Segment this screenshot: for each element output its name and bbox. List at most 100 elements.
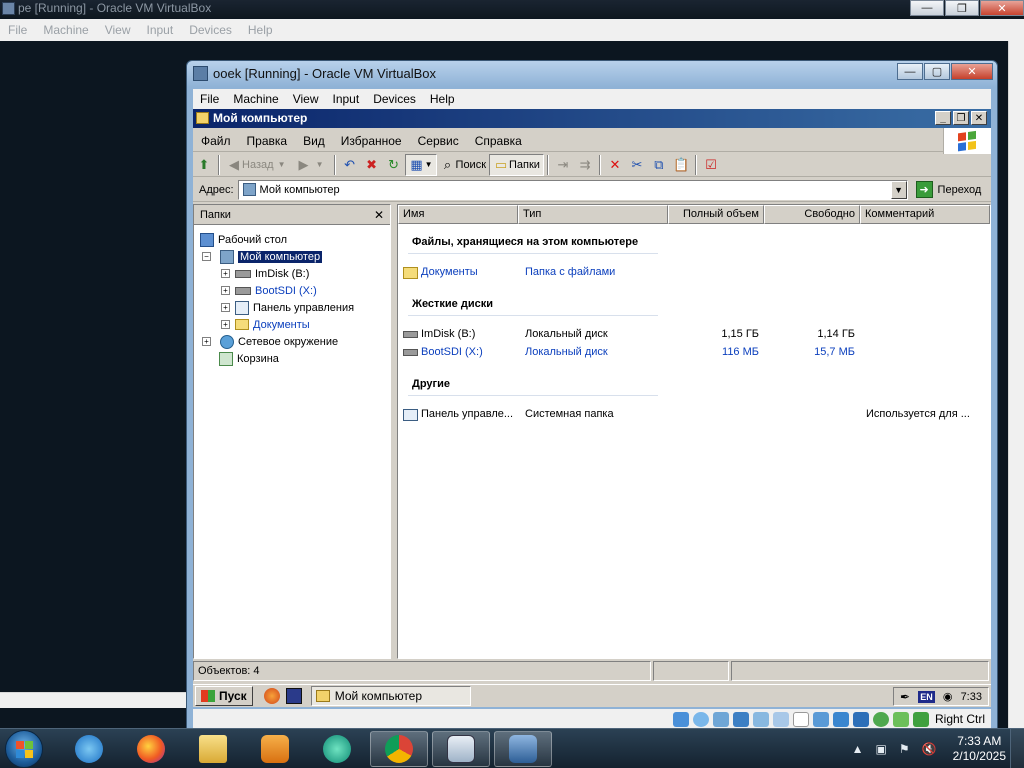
audio-icon[interactable]	[712, 711, 729, 727]
copy-to-button[interactable]: ⇉	[574, 154, 596, 176]
internet-explorer-taskbar-button[interactable]	[60, 731, 118, 767]
address-dropdown-button[interactable]: ▼	[890, 180, 907, 199]
record-icon[interactable]: ◉	[943, 690, 953, 703]
forward-button[interactable]: ▶ ▼	[293, 154, 331, 176]
host-window-titlebar[interactable]: pe [Running] - Oracle VM VirtualBox — ❐ …	[0, 0, 1024, 18]
folders-pane-close-button[interactable]: ✕	[374, 208, 384, 222]
minimize-button[interactable]: —	[910, 0, 944, 16]
host-menu-help[interactable]: Help	[240, 23, 281, 37]
vm-window-titlebar[interactable]: ooek [Running] - Oracle VM VirtualBox — …	[187, 61, 997, 87]
vertical-scrollbar[interactable]	[1008, 41, 1024, 728]
menu-file[interactable]: Файл	[193, 134, 239, 148]
vt-x-icon[interactable]	[852, 711, 869, 727]
show-hidden-icons-icon[interactable]: ▲	[852, 742, 864, 756]
pen-icon[interactable]: ✒	[900, 690, 910, 704]
copy-button[interactable]: ⧉	[648, 154, 670, 176]
explorer-minimize-button[interactable]: _	[935, 111, 951, 125]
back-button[interactable]: ◀ Назад ▼	[223, 154, 293, 176]
display-icon[interactable]	[792, 711, 809, 727]
vm-menu-file[interactable]: File	[193, 92, 226, 106]
host-menu-machine[interactable]: Machine	[35, 23, 96, 37]
address-input[interactable]: Мой компьютер ▼	[237, 179, 908, 200]
list-item[interactable]: ImDisk (B:) Локальный диск 1,15 ГБ 1,14 …	[402, 327, 988, 343]
volume-muted-icon[interactable]: 🔇	[922, 742, 937, 756]
expand-icon[interactable]: +	[221, 269, 230, 278]
bootice-taskbar-button[interactable]	[432, 731, 490, 767]
start-button[interactable]: Пуск	[195, 686, 253, 706]
tree-item-my-computer[interactable]: − Мой компьютер	[202, 248, 323, 265]
vm-menu-devices[interactable]: Devices	[366, 92, 423, 106]
firefox-taskbar-button[interactable]	[122, 731, 180, 767]
usb-icon[interactable]	[752, 711, 769, 727]
delete-button[interactable]: ✕	[604, 154, 626, 176]
host-key-arrow-icon[interactable]	[912, 711, 929, 727]
media-player-taskbar-button[interactable]	[246, 731, 304, 767]
close-button[interactable]: ✕	[980, 0, 1024, 16]
tree-item-control-panel[interactable]: + Панель управления	[221, 299, 354, 316]
move-to-button[interactable]: ⇥	[552, 154, 574, 176]
explorer-restore-button[interactable]: ❐	[953, 111, 969, 125]
host-menu-devices[interactable]: Devices	[181, 23, 240, 37]
up-folder-button[interactable]: ⬆	[193, 154, 215, 176]
app-taskbar-button[interactable]	[308, 731, 366, 767]
language-indicator[interactable]: EN	[918, 690, 935, 703]
tree-item-network[interactable]: + Сетевое окружение	[202, 333, 338, 350]
menu-help[interactable]: Справка	[467, 134, 530, 148]
windows-start-orb[interactable]	[5, 730, 43, 768]
vm-close-button[interactable]: ✕	[951, 63, 993, 80]
taskbar-item-my-computer[interactable]: Мой компьютер	[310, 686, 471, 706]
action-center-flag-icon[interactable]: ⚑	[899, 742, 910, 756]
column-comment[interactable]: Комментарий	[860, 205, 990, 224]
tree-item-desktop[interactable]: Рабочий стол	[200, 231, 287, 248]
vm-menu-view[interactable]: View	[286, 92, 326, 106]
collapse-icon[interactable]: −	[202, 252, 211, 261]
host-menu-view[interactable]: View	[97, 23, 139, 37]
guest-clock[interactable]: 7:33	[961, 691, 982, 703]
undo-button[interactable]: ↶	[339, 154, 361, 176]
tree-item-bootsdi[interactable]: + BootSDI (X:)	[221, 282, 317, 299]
chrome-taskbar-button[interactable]	[370, 731, 428, 767]
expand-icon[interactable]: +	[202, 337, 211, 346]
vm-menu-help[interactable]: Help	[423, 92, 462, 106]
vm-minimize-button[interactable]: —	[897, 63, 923, 80]
list-item[interactable]: Документы Папка с файлами	[402, 265, 988, 281]
mouse-integration-icon[interactable]	[892, 711, 909, 727]
menu-edit[interactable]: Правка	[239, 134, 296, 148]
views-button[interactable]: ▦ ▼	[404, 153, 437, 176]
refresh-button[interactable]: ↻	[383, 154, 405, 176]
column-total-size[interactable]: Полный объем	[668, 205, 764, 224]
explorer-close-button[interactable]: ✕	[971, 111, 987, 125]
horizontal-scrollbar[interactable]	[0, 692, 186, 708]
properties-button[interactable]: ☑	[700, 154, 722, 176]
column-type[interactable]: Тип	[518, 205, 668, 224]
cut-button[interactable]: ✂	[626, 154, 648, 176]
virtualbox-taskbar-button[interactable]	[494, 731, 552, 767]
network-adapter-icon[interactable]	[732, 711, 749, 727]
menu-favorites[interactable]: Избранное	[333, 134, 410, 148]
video-capture-icon[interactable]	[832, 711, 849, 727]
file-explorer-taskbar-button[interactable]	[184, 731, 242, 767]
host-clock[interactable]: 7:33 AM 2/10/2025	[953, 734, 1006, 764]
expand-icon[interactable]: +	[221, 303, 230, 312]
folders-button[interactable]: ▭ Папки	[489, 153, 544, 176]
list-item[interactable]: BootSDI (X:) Локальный диск 116 МБ 15,7 …	[402, 345, 988, 361]
shared-folders-icon[interactable]	[772, 711, 789, 727]
stop-button[interactable]: ✖	[361, 154, 383, 176]
network-icon[interactable]: ▣	[876, 742, 887, 756]
paste-button[interactable]: 📋	[670, 154, 692, 176]
expand-icon[interactable]: +	[221, 286, 230, 295]
maximize-button[interactable]: ❐	[945, 0, 979, 16]
vm-menu-input[interactable]: Input	[326, 92, 367, 106]
column-name[interactable]: Имя	[398, 205, 518, 224]
firefox-icon[interactable]	[263, 688, 280, 704]
menu-view[interactable]: Вид	[295, 134, 333, 148]
vm-maximize-button[interactable]: ▢	[924, 63, 950, 80]
vm-menu-machine[interactable]: Machine	[226, 92, 285, 106]
save-icon[interactable]	[285, 688, 302, 704]
go-button[interactable]: ➜ Переход	[915, 181, 981, 198]
explorer-titlebar[interactable]: Мой компьютер _ ❐ ✕	[193, 109, 991, 128]
hard-disk-icon[interactable]	[672, 711, 689, 727]
list-item[interactable]: Панель управле... Системная папка Исполь…	[402, 407, 988, 423]
tree-item-documents[interactable]: + Документы	[221, 316, 310, 333]
host-menu-input[interactable]: Input	[139, 23, 182, 37]
